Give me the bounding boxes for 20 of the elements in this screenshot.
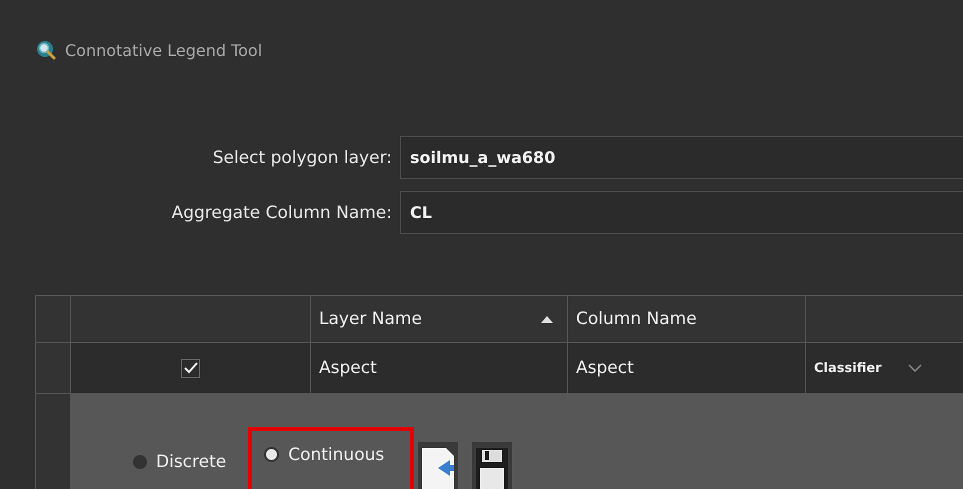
field-label: Select polygon layer: [212, 148, 393, 168]
column-header[interactable]: Column Name [568, 296, 806, 343]
table-cell: Aspect [311, 343, 568, 394]
table-cell: Aspect [568, 343, 806, 394]
checkbox[interactable] [181, 358, 200, 378]
radio-button[interactable] [133, 455, 147, 469]
field-label: Aggregate Column Name: [170, 202, 393, 222]
window-title: Connotative Legend Tool [65, 40, 262, 60]
radio-button[interactable] [264, 447, 280, 462]
chevron-down-icon[interactable] [908, 364, 922, 372]
input-field[interactable]: CL [400, 191, 963, 234]
input-field[interactable]: soilmu_a_wa680 [400, 136, 963, 179]
magnifier-globe-icon [35, 39, 57, 61]
radio-option[interactable]: Discrete [133, 450, 248, 489]
dropdown-value[interactable]: Classifier [814, 360, 882, 376]
import-button[interactable] [418, 442, 458, 489]
save-button[interactable] [472, 442, 512, 489]
radio-option[interactable]: Continuous [248, 427, 414, 489]
column-header[interactable]: Layer Name [311, 296, 568, 343]
document-arrow-icon [422, 446, 454, 489]
